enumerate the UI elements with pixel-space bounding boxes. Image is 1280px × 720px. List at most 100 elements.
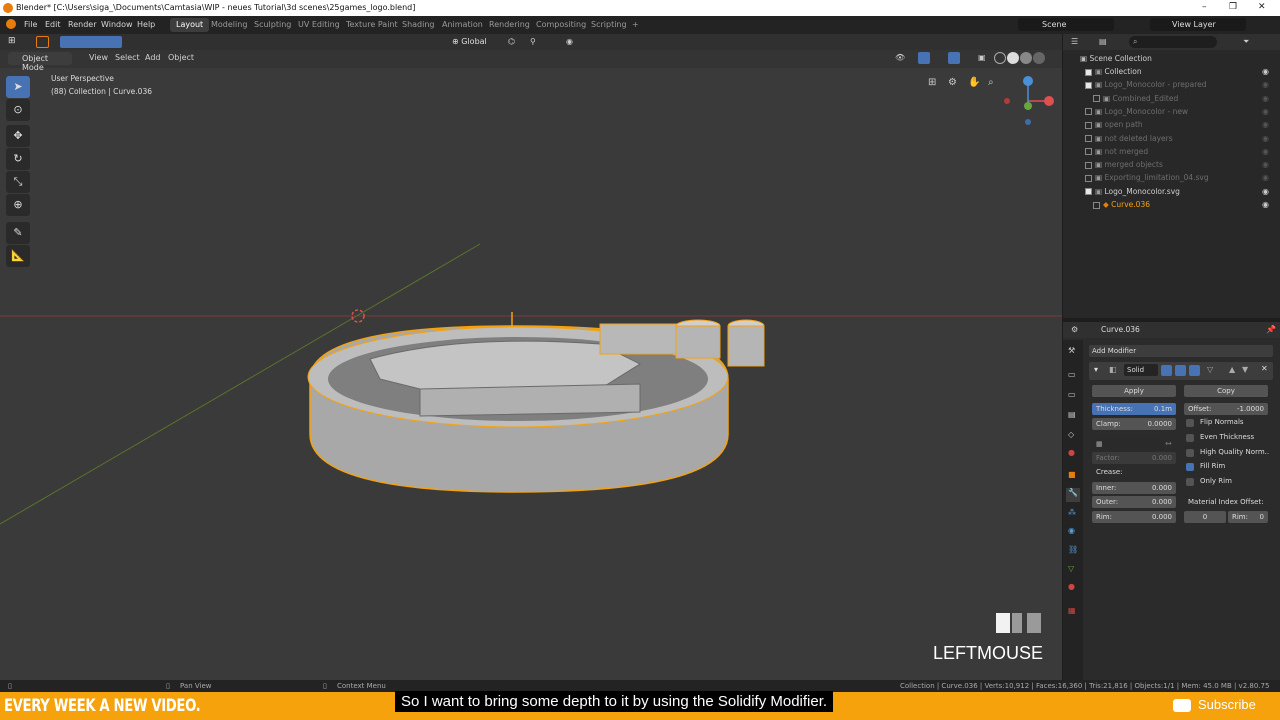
camera-view-icon[interactable]: ⊞ xyxy=(928,77,936,88)
tab-shading[interactable]: Shading xyxy=(396,18,441,32)
outliner-search-input[interactable]: ⌕ xyxy=(1129,36,1217,48)
editor-type-icon[interactable]: ⊞ xyxy=(8,36,24,48)
outliner-row[interactable]: ▣ Combined_Edited xyxy=(1093,94,1178,107)
option-checkbox[interactable] xyxy=(1186,434,1194,442)
tab-compositing[interactable]: Compositing xyxy=(530,18,592,32)
exclude-checkbox[interactable] xyxy=(1085,81,1092,89)
exclude-checkbox[interactable] xyxy=(1093,201,1100,209)
tab-modeling[interactable]: Modeling xyxy=(205,18,253,32)
outliner-row[interactable]: ▣ Logo_Monocolor.svg xyxy=(1085,187,1180,200)
tab-constraints-icon[interactable]: ⛓ xyxy=(1068,545,1078,554)
outliner-row[interactable]: ▣ Logo_Monocolor - prepared xyxy=(1085,80,1207,93)
visibility-eye-icon[interactable]: ◉ xyxy=(1262,134,1269,143)
vertex-group-field[interactable]: ▦ xyxy=(1092,438,1164,450)
view-layer-selector[interactable]: View Layer xyxy=(1150,18,1246,31)
move-down-icon[interactable]: ▼ xyxy=(1242,365,1248,374)
select-mode-buttons[interactable] xyxy=(60,36,122,48)
rim-crease-field[interactable]: Rim: 0.000 xyxy=(1092,511,1176,523)
visibility-eye-icon[interactable]: ◉ xyxy=(1262,67,1269,76)
visibility-eye-icon[interactable]: ◉ xyxy=(1262,160,1269,169)
menu-object[interactable]: Object xyxy=(168,53,194,62)
option-checkbox[interactable] xyxy=(1186,478,1194,486)
tool-rotate[interactable]: ↻ xyxy=(6,148,30,170)
outliner-row[interactable]: ▣ open path xyxy=(1085,120,1143,133)
outliner-row[interactable]: ▣ not merged xyxy=(1085,147,1148,160)
material-rim-field[interactable]: Rim: 0 xyxy=(1228,511,1268,523)
scene-selector[interactable]: Scene xyxy=(1018,18,1114,31)
maximize-button[interactable]: ❐ xyxy=(1229,2,1237,12)
modifier-name-field[interactable]: Solid xyxy=(1124,364,1158,376)
tab-world-icon[interactable]: ● xyxy=(1068,448,1075,457)
filter-icon[interactable]: ⏷ xyxy=(1243,37,1249,47)
collapse-arrow-icon[interactable]: ▾ xyxy=(1094,365,1098,374)
shading-solid-icon[interactable] xyxy=(1007,52,1019,64)
exclude-checkbox[interactable] xyxy=(1085,121,1092,129)
visibility-eye-icon[interactable]: ◉ xyxy=(1262,173,1269,182)
tab-particles-icon[interactable]: ⁂ xyxy=(1068,508,1076,517)
move-up-icon[interactable]: ▲ xyxy=(1229,365,1235,374)
inner-field[interactable]: Inner: 0.000 xyxy=(1092,482,1176,494)
visibility-eye-icon[interactable]: ◉ xyxy=(1262,120,1269,129)
shading-rendered-icon[interactable] xyxy=(1033,52,1045,64)
outliner-row[interactable]: ▣ Logo_Monocolor - new xyxy=(1085,107,1188,120)
xray-icon[interactable]: ▣ xyxy=(978,53,986,62)
tab-object-icon[interactable]: ■ xyxy=(1068,470,1076,479)
exclude-checkbox[interactable] xyxy=(1093,95,1100,103)
gizmo-toggle-icon[interactable] xyxy=(918,52,930,64)
snap-icon[interactable]: ⚲ xyxy=(530,37,536,46)
tab-material-icon[interactable]: ● xyxy=(1068,582,1075,591)
active-tool-icon[interactable] xyxy=(36,36,49,48)
subscribe-button[interactable]: Subscribe xyxy=(1198,697,1256,712)
tool-scale[interactable]: ⤡ xyxy=(6,171,30,193)
exclude-checkbox[interactable] xyxy=(1085,188,1092,196)
invert-arrows-icon[interactable]: ↔ xyxy=(1165,439,1172,448)
menu-window[interactable]: Window xyxy=(101,20,133,29)
tab-scene-icon[interactable]: ◇ xyxy=(1068,430,1074,439)
exclude-checkbox[interactable] xyxy=(1085,108,1092,116)
minimize-button[interactable]: – xyxy=(1202,2,1207,12)
add-modifier-dropdown[interactable]: Add Modifier xyxy=(1089,345,1273,357)
option-checkbox[interactable] xyxy=(1186,419,1194,427)
exclude-checkbox[interactable] xyxy=(1085,68,1092,76)
mode-dropdown[interactable]: Object Mode xyxy=(8,52,72,72)
3d-viewport[interactable] xyxy=(0,34,1062,680)
pin-icon[interactable]: 📌 xyxy=(1266,325,1276,334)
tab-texture-paint[interactable]: Texture Paint xyxy=(340,18,404,32)
tool-measure[interactable]: 📐 xyxy=(6,245,30,267)
orientation-dropdown[interactable]: ⊕ Global xyxy=(452,37,487,46)
exclude-checkbox[interactable] xyxy=(1085,174,1092,182)
offset-field[interactable]: Offset: -1.0000 xyxy=(1184,403,1268,415)
outer-field[interactable]: Outer: 0.000 xyxy=(1092,496,1176,508)
exclude-checkbox[interactable] xyxy=(1085,161,1092,169)
zoom-icon[interactable]: ⌕ xyxy=(988,77,994,88)
menu-view[interactable]: View xyxy=(89,53,108,62)
exclude-checkbox[interactable] xyxy=(1085,135,1092,142)
show-in-editmode-icon[interactable] xyxy=(1161,365,1172,376)
menu-select[interactable]: Select xyxy=(115,53,140,62)
tab-uv-editing[interactable]: UV Editing xyxy=(292,18,346,32)
visibility-eye-icon[interactable]: ◉ xyxy=(1262,200,1269,209)
outliner-row[interactable]: ▣ Collection xyxy=(1085,67,1142,80)
visibility-icon[interactable]: 👁 xyxy=(895,53,905,62)
add-workspace-button[interactable]: + xyxy=(626,18,645,32)
pan-hand-icon[interactable]: ✋ xyxy=(968,77,980,88)
option-checkbox[interactable] xyxy=(1186,463,1194,471)
tab-output-icon[interactable]: ▭ xyxy=(1068,390,1076,399)
pivot-icon[interactable]: ⌬ xyxy=(508,37,515,46)
toggle-camera-icon[interactable]: ⚙ xyxy=(948,77,957,88)
tab-physics-icon[interactable]: ◉ xyxy=(1068,526,1075,535)
tab-sculpting[interactable]: Sculpting xyxy=(248,18,297,32)
tab-layout[interactable]: Layout xyxy=(170,18,210,32)
option-checkbox[interactable] xyxy=(1186,449,1194,457)
visibility-eye-icon[interactable]: ◉ xyxy=(1262,80,1269,89)
tool-cursor[interactable]: ⊙ xyxy=(6,99,30,121)
tool-transform[interactable]: ⊕ xyxy=(6,194,30,216)
visibility-eye-icon[interactable]: ◉ xyxy=(1262,187,1269,196)
tab-data-icon[interactable]: ▽ xyxy=(1068,564,1074,573)
show-in-render-icon[interactable] xyxy=(1189,365,1200,376)
tab-rendering[interactable]: Rendering xyxy=(483,18,536,32)
visibility-eye-icon[interactable]: ◉ xyxy=(1262,147,1269,156)
close-button[interactable]: ✕ xyxy=(1258,2,1266,12)
display-mode-icon[interactable]: ▤ xyxy=(1099,37,1107,46)
menu-file[interactable]: File xyxy=(24,20,37,29)
